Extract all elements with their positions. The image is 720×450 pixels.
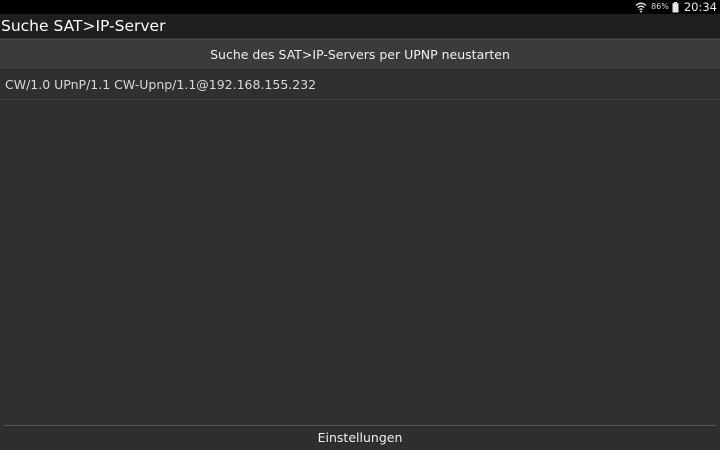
server-list: CW/1.0 UPnP/1.1 CW-Upnp/1.1@192.168.155.… bbox=[0, 71, 720, 100]
settings-button[interactable]: Einstellungen bbox=[4, 425, 716, 450]
screen: 86% 20:34 Suche SAT>IP-Server Suche des … bbox=[0, 0, 720, 450]
server-list-item[interactable]: CW/1.0 UPnP/1.1 CW-Upnp/1.1@192.168.155.… bbox=[0, 71, 720, 100]
wifi-icon bbox=[635, 2, 647, 13]
title-bar: Suche SAT>IP-Server bbox=[0, 14, 720, 38]
battery-icon bbox=[672, 1, 679, 13]
status-icons: 86% 20:34 bbox=[635, 0, 717, 14]
clock: 20:34 bbox=[683, 0, 717, 14]
status-bar: 86% 20:34 bbox=[0, 0, 720, 14]
restart-search-button[interactable]: Suche des SAT>IP-Servers per UPNP neusta… bbox=[0, 39, 720, 70]
battery-percentage: 86% bbox=[651, 2, 669, 11]
app-title: Suche SAT>IP-Server bbox=[1, 17, 166, 35]
